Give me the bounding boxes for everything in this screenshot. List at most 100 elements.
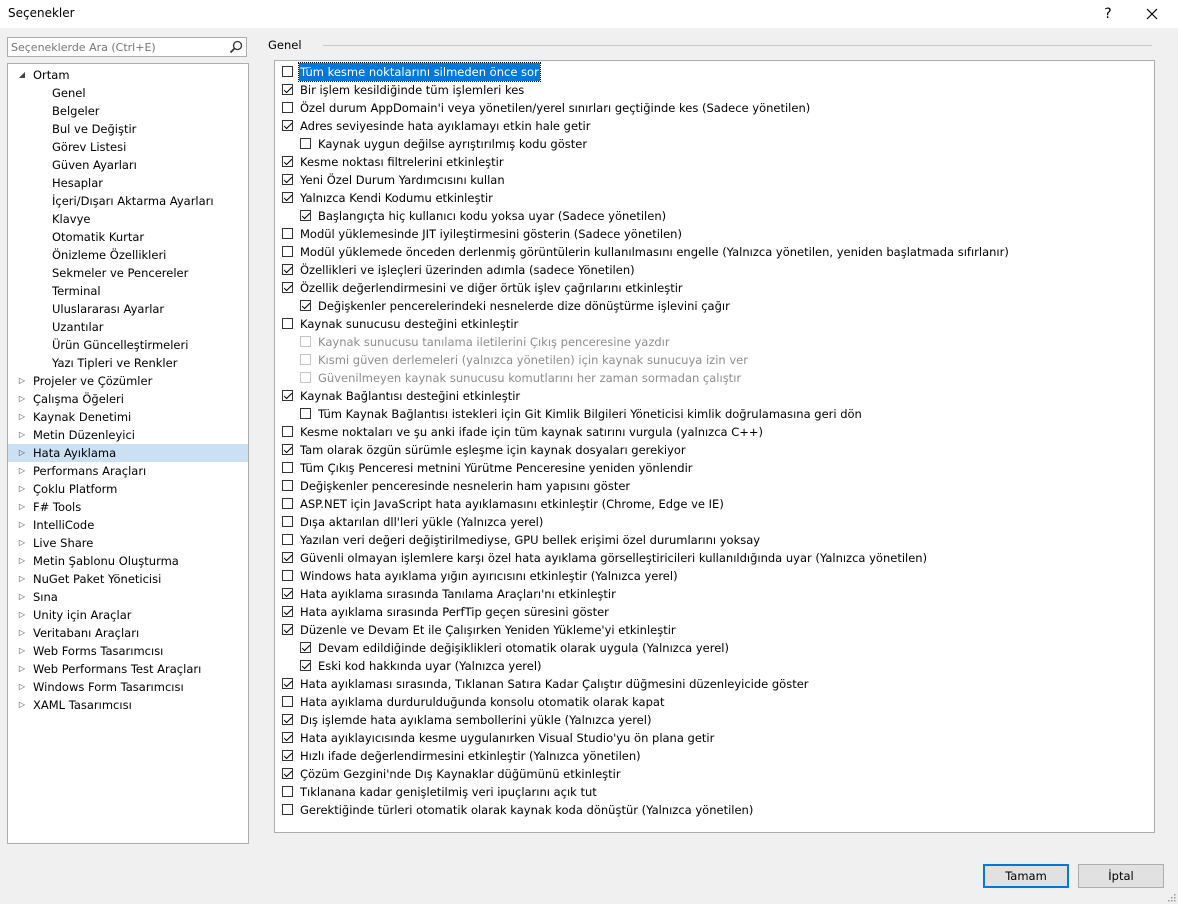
checkbox[interactable] (282, 120, 293, 131)
tree-item[interactable]: Terminal (8, 282, 248, 300)
collapsed-arrow-icon[interactable]: ▷ (17, 678, 27, 696)
tree-item[interactable]: Uluslararası Ayarlar (8, 300, 248, 318)
tree-item[interactable]: İçeri/Dışarı Aktarma Ayarları (8, 192, 248, 210)
tree-item[interactable]: ▷ Çoklu Platform (8, 480, 248, 498)
tree-item[interactable]: ▷ F# Tools (8, 498, 248, 516)
tree-item[interactable]: ▷ Metin Şablonu Oluşturma (8, 552, 248, 570)
help-button[interactable]: ? (1096, 2, 1120, 26)
tree-item[interactable]: Sekmeler ve Pencereler (8, 264, 248, 282)
collapsed-arrow-icon[interactable]: ▷ (17, 642, 27, 660)
tree-item[interactable]: ▷ Windows Form Tasarımcısı (8, 678, 248, 696)
tree-item[interactable]: ▷ Veritabanı Araçları (8, 624, 248, 642)
checkbox[interactable] (282, 282, 293, 293)
checkbox[interactable] (282, 678, 293, 689)
collapsed-arrow-icon[interactable]: ▷ (17, 516, 27, 534)
tree-item[interactable]: Genel (8, 84, 248, 102)
expanded-arrow-icon[interactable]: ◢ (17, 66, 27, 84)
checkbox[interactable] (282, 696, 293, 707)
checkbox[interactable] (282, 750, 293, 761)
collapsed-arrow-icon[interactable]: ▷ (17, 588, 27, 606)
collapsed-arrow-icon[interactable]: ▷ (17, 570, 27, 588)
tree-item[interactable]: ▷ XAML Tasarımcısı (8, 696, 248, 714)
checkbox[interactable] (282, 480, 293, 491)
tree-item[interactable]: ▷ Live Share (8, 534, 248, 552)
tree-item[interactable]: ▷ Unity için Araçlar (8, 606, 248, 624)
checkbox[interactable] (282, 732, 293, 743)
collapsed-arrow-icon[interactable]: ▷ (17, 480, 27, 498)
checkbox[interactable] (282, 228, 293, 239)
ok-button[interactable]: Tamam (983, 864, 1069, 888)
tree-item[interactable]: ▷ Performans Araçları (8, 462, 248, 480)
cancel-button[interactable]: İptal (1078, 864, 1164, 888)
search-icon[interactable] (229, 40, 243, 54)
checkbox[interactable] (282, 606, 293, 617)
tree-item[interactable]: Görev Listesi (8, 138, 248, 156)
tree-item[interactable]: ▷ IntelliCode (8, 516, 248, 534)
checkbox[interactable] (282, 318, 293, 329)
checkbox[interactable] (282, 498, 293, 509)
checkbox[interactable] (282, 804, 293, 815)
checkbox[interactable] (282, 768, 293, 779)
tree-item[interactable]: Belgeler (8, 102, 248, 120)
checkbox[interactable] (282, 156, 293, 167)
collapsed-arrow-icon[interactable]: ▷ (17, 660, 27, 678)
checkbox[interactable] (282, 444, 293, 455)
tree-item[interactable]: Yazı Tipleri ve Renkler (8, 354, 248, 372)
tree-item[interactable]: Önizleme Özellikleri (8, 246, 248, 264)
collapsed-arrow-icon[interactable]: ▷ (17, 408, 27, 426)
tree-item[interactable]: ▷ Sına (8, 588, 248, 606)
tree-item[interactable]: ▷ Web Forms Tasarımcısı (8, 642, 248, 660)
checkbox[interactable] (282, 192, 293, 203)
tree-item[interactable]: Ürün Güncelleştirmeleri (8, 336, 248, 354)
collapsed-arrow-icon[interactable]: ▷ (17, 534, 27, 552)
collapsed-arrow-icon[interactable]: ▷ (17, 444, 27, 462)
tree-item[interactable]: ▷ Kaynak Denetimi (8, 408, 248, 426)
collapsed-arrow-icon[interactable]: ▷ (17, 498, 27, 516)
tree-item[interactable]: Uzantılar (8, 318, 248, 336)
tree-item[interactable]: Klavye (8, 210, 248, 228)
collapsed-arrow-icon[interactable]: ▷ (17, 426, 27, 444)
collapsed-arrow-icon[interactable]: ▷ (17, 462, 27, 480)
tree-item[interactable]: ▷ Projeler ve Çözümler (8, 372, 248, 390)
checkbox[interactable] (282, 390, 293, 401)
checkbox[interactable] (282, 174, 293, 185)
checkbox[interactable] (282, 66, 293, 77)
tree-item[interactable]: Otomatik Kurtar (8, 228, 248, 246)
checkbox[interactable] (282, 588, 293, 599)
collapsed-arrow-icon[interactable]: ▷ (17, 372, 27, 390)
tree-item[interactable]: ◢ Ortam (8, 66, 248, 84)
checkbox[interactable] (282, 264, 293, 275)
checkbox[interactable] (300, 408, 311, 419)
checkbox[interactable] (282, 534, 293, 545)
checkbox[interactable] (300, 300, 311, 311)
search-input[interactable] (11, 40, 221, 54)
tree-item[interactable]: Güven Ayarları (8, 156, 248, 174)
tree-item[interactable]: ▷ NuGet Paket Yöneticisi (8, 570, 248, 588)
close-button[interactable] (1134, 2, 1170, 26)
checkbox[interactable] (282, 624, 293, 635)
resize-grip-icon[interactable] (1166, 892, 1176, 902)
tree-item[interactable]: ▷ Hata Ayıklama (8, 444, 248, 462)
options-tree[interactable]: ◢ Ortam Genel Belgeler Bul ve Değiştir Görev … (7, 63, 249, 844)
checkbox[interactable] (282, 84, 293, 95)
checkbox[interactable] (282, 102, 293, 113)
tree-item[interactable]: ▷ Web Performans Test Araçları (8, 660, 248, 678)
tree-item[interactable]: Bul ve Değiştir (8, 120, 248, 138)
collapsed-arrow-icon[interactable]: ▷ (17, 390, 27, 408)
options-search-box[interactable] (7, 37, 247, 57)
checkbox[interactable] (282, 426, 293, 437)
collapsed-arrow-icon[interactable]: ▷ (17, 606, 27, 624)
checkbox[interactable] (300, 210, 311, 221)
tree-item[interactable]: ▷ Çalışma Öğeleri (8, 390, 248, 408)
checkbox[interactable] (282, 570, 293, 581)
tree-item[interactable]: ▷ Metin Düzenleyici (8, 426, 248, 444)
checkbox[interactable] (282, 552, 293, 563)
checkbox[interactable] (300, 642, 311, 653)
checkbox[interactable] (282, 714, 293, 725)
collapsed-arrow-icon[interactable]: ▷ (17, 696, 27, 714)
checkbox[interactable] (282, 786, 293, 797)
checkbox[interactable] (300, 660, 311, 671)
checkbox[interactable] (282, 516, 293, 527)
checkbox[interactable] (282, 246, 293, 257)
checkbox[interactable] (282, 462, 293, 473)
